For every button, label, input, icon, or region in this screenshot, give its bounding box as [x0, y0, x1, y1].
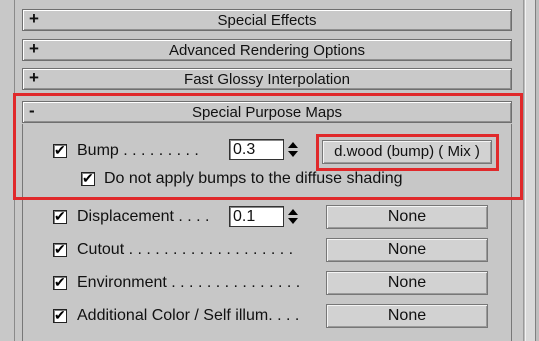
environment-map-button[interactable]: None: [326, 271, 488, 295]
panel-scrollbar[interactable]: [523, 0, 539, 341]
displacement-label: Displacement . . . .: [77, 208, 210, 225]
environment-checkbox[interactable]: [53, 274, 67, 291]
cutout-checkbox[interactable]: [53, 241, 67, 258]
cutout-label: Cutout . . . . . . . . . . . . . . . . .…: [77, 241, 294, 258]
additional-color-map-button[interactable]: None: [326, 304, 488, 328]
rollout-fast-glossy-interpolation[interactable]: + Fast Glossy Interpolation: [22, 68, 512, 90]
additional-color-label: Additional Color / Self illum. . . .: [77, 307, 300, 324]
rollout-title: Advanced Rendering Options: [169, 42, 365, 59]
displacement-amount-spinner[interactable]: [287, 206, 300, 227]
displacement-checkbox[interactable]: [53, 208, 67, 225]
additional-color-checkbox[interactable]: [53, 307, 67, 324]
scrollbar-thumb[interactable]: [525, 0, 536, 341]
bump-map-highlight: [316, 134, 499, 171]
spinner-down-icon[interactable]: [288, 218, 298, 224]
rollout-advanced-rendering-options[interactable]: + Advanced Rendering Options: [22, 39, 512, 61]
environment-label: Environment . . . . . . . . . . . . . . …: [77, 274, 301, 291]
rollout-special-effects[interactable]: + Special Effects: [22, 9, 512, 31]
displacement-amount-field[interactable]: 0.1: [229, 206, 284, 227]
spinner-up-icon[interactable]: [288, 209, 298, 215]
displacement-map-button[interactable]: None: [326, 205, 488, 229]
rollout-title: Special Effects: [217, 12, 317, 29]
cutout-map-button[interactable]: None: [326, 238, 488, 262]
rollout-title: Fast Glossy Interpolation: [184, 71, 350, 88]
